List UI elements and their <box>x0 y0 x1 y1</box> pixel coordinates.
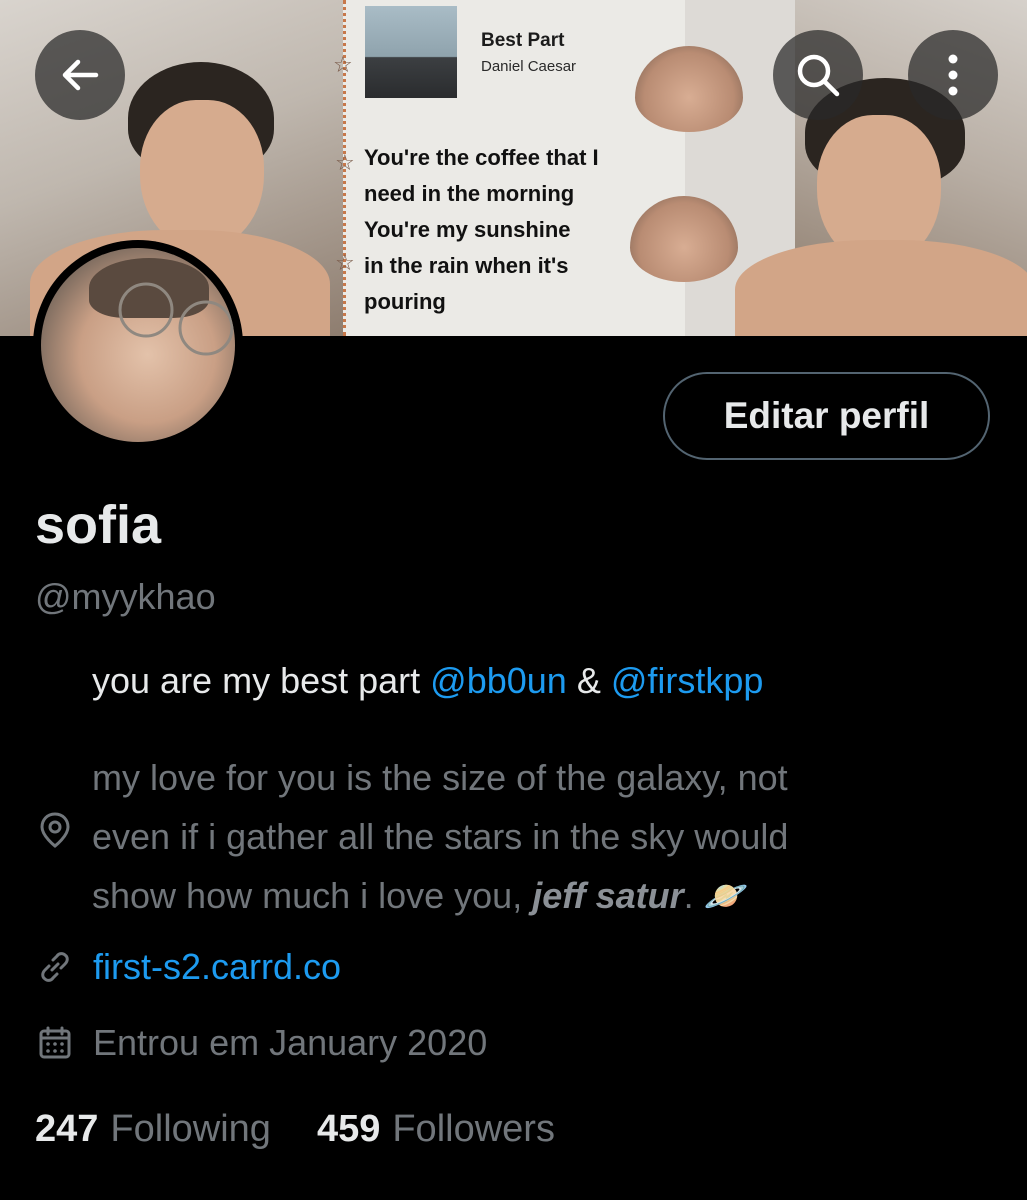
followers-stat[interactable]: 459 Followers <box>317 1108 555 1151</box>
song-title: Best Part <box>481 30 565 51</box>
following-count: 247 <box>35 1108 99 1150</box>
location-text: my love for you is the size of the galax… <box>92 748 982 925</box>
website-link[interactable]: first-s2.carrd.co <box>93 946 341 988</box>
banner-face <box>140 100 264 250</box>
followers-label: Followers <box>392 1108 555 1150</box>
joined-date: Entrou em January 2020 <box>93 1022 488 1063</box>
location-emphasis: jeff satur <box>532 875 684 916</box>
following-stat[interactable]: 247 Following <box>35 1108 271 1151</box>
lyric-line: pouring <box>364 289 446 314</box>
more-vertical-icon <box>948 54 958 96</box>
arrow-left-icon <box>62 59 99 91</box>
avatar-photo <box>41 248 235 442</box>
star-icon: ☆ <box>335 150 355 175</box>
bio: you are my best part @bb0un & @firstkpp <box>92 660 763 702</box>
lyrics-block: You're the coffee that I need in the mor… <box>364 140 664 320</box>
album-cover <box>365 6 457 98</box>
mention-link[interactable]: @bb0un <box>430 660 567 701</box>
website-row: first-s2.carrd.co <box>35 946 341 988</box>
calendar-icon <box>35 1023 75 1063</box>
following-label: Following <box>110 1108 271 1150</box>
search-icon <box>797 54 840 97</box>
search-button[interactable] <box>773 30 863 120</box>
star-icon: ☆ <box>333 52 353 77</box>
glasses-icon <box>118 282 234 356</box>
display-name: sofia <box>35 495 162 555</box>
follow-stats: 247 Following 459 Followers <box>35 1108 555 1151</box>
followers-count: 459 <box>316 1108 381 1150</box>
user-handle: @myykhao <box>35 576 216 617</box>
bio-text: you are my best part <box>92 660 431 701</box>
joined-row: Entrou em January 2020 <box>35 1022 487 1064</box>
star-icon: ☆ <box>335 250 355 275</box>
more-options-button[interactable] <box>908 30 998 120</box>
lyric-line: You're the coffee that I <box>364 145 599 170</box>
edit-profile-button[interactable]: Editar perfil <box>663 372 990 460</box>
lyric-line: You're my sunshine <box>364 217 571 242</box>
back-button[interactable] <box>35 30 125 120</box>
location-line: my love for you is the size of the galax… <box>92 757 788 798</box>
location-line-text: show how much i love you, <box>92 875 533 916</box>
banner-torso <box>735 240 1027 336</box>
mention-link[interactable]: @firstkpp <box>611 660 764 701</box>
lyric-line: need in the morning <box>364 181 575 206</box>
location-line: show how much i love you, jeff satur. 🪐 <box>92 866 982 925</box>
lyric-line: in the rain when it's <box>364 253 569 278</box>
bio-joiner: & <box>566 660 611 701</box>
location-line-suffix: . 🪐 <box>683 875 749 916</box>
song-artist: Daniel Caesar <box>481 58 577 75</box>
location-line: even if i gather all the stars in the sk… <box>92 816 789 857</box>
avatar[interactable] <box>33 240 243 450</box>
link-icon <box>35 947 75 987</box>
location-pin-icon <box>35 810 75 850</box>
